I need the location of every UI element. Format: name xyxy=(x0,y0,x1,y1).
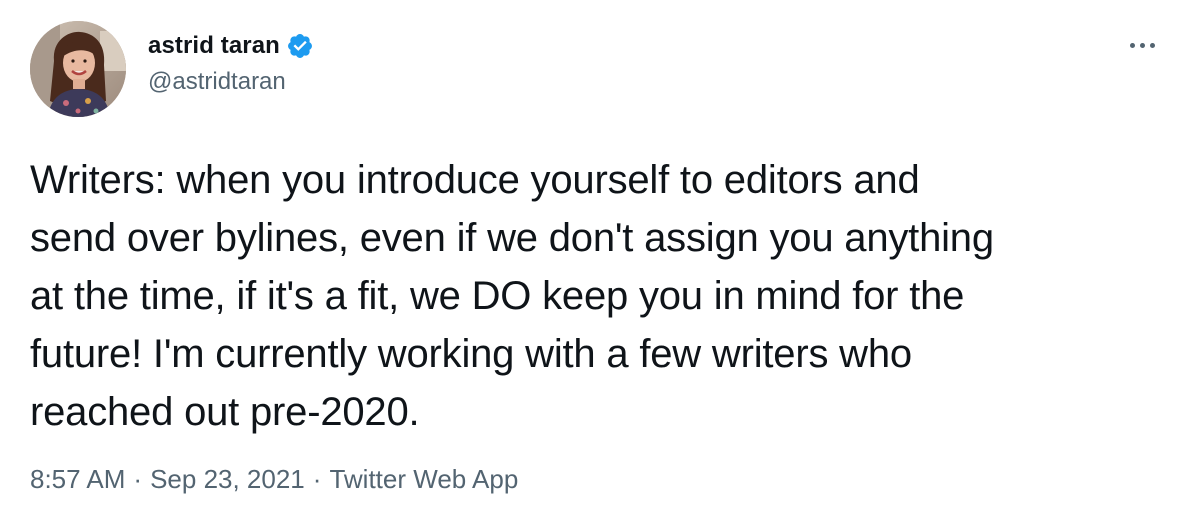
tweet-text-line: reached out pre-2020. xyxy=(30,390,420,434)
tweet-date[interactable]: Sep 23, 2021 xyxy=(150,464,305,495)
tweet-text-line: Writers: when you introduce yourself to … xyxy=(30,158,920,202)
tweet-text: Writers: when you introduce yourself to … xyxy=(30,151,1170,441)
tweet-text-line: at the time, if it's a fit, we DO keep y… xyxy=(30,274,965,318)
more-options-button[interactable] xyxy=(1122,33,1162,57)
verified-badge-icon xyxy=(286,32,314,60)
tweet-time[interactable]: 8:57 AM xyxy=(30,464,125,495)
tweet-text-line: send over bylines, even if we don't assi… xyxy=(30,216,994,260)
display-name-row: astrid taran xyxy=(148,29,314,63)
more-horizontal-icon-dot xyxy=(1149,42,1155,48)
tweet-meta: 8:57 AM · Sep 23, 2021 · Twitter Web App xyxy=(30,462,518,496)
avatar[interactable] xyxy=(30,21,126,117)
tweet-source[interactable]: Twitter Web App xyxy=(329,464,518,495)
avatar-photo xyxy=(30,21,126,117)
author-info: astrid taran @astridtaran xyxy=(148,29,314,99)
more-horizontal-icon-dot xyxy=(1139,42,1145,48)
meta-separator: · xyxy=(133,463,143,494)
tweet-card: astrid taran @astridtaran Writers: when … xyxy=(0,0,1188,532)
tweet-text-line: future! I'm currently working with a few… xyxy=(30,332,912,376)
author-handle[interactable]: @astridtaran xyxy=(148,65,314,99)
meta-separator: · xyxy=(312,463,322,494)
more-horizontal-icon xyxy=(1129,42,1135,48)
display-name[interactable]: astrid taran xyxy=(148,32,280,60)
